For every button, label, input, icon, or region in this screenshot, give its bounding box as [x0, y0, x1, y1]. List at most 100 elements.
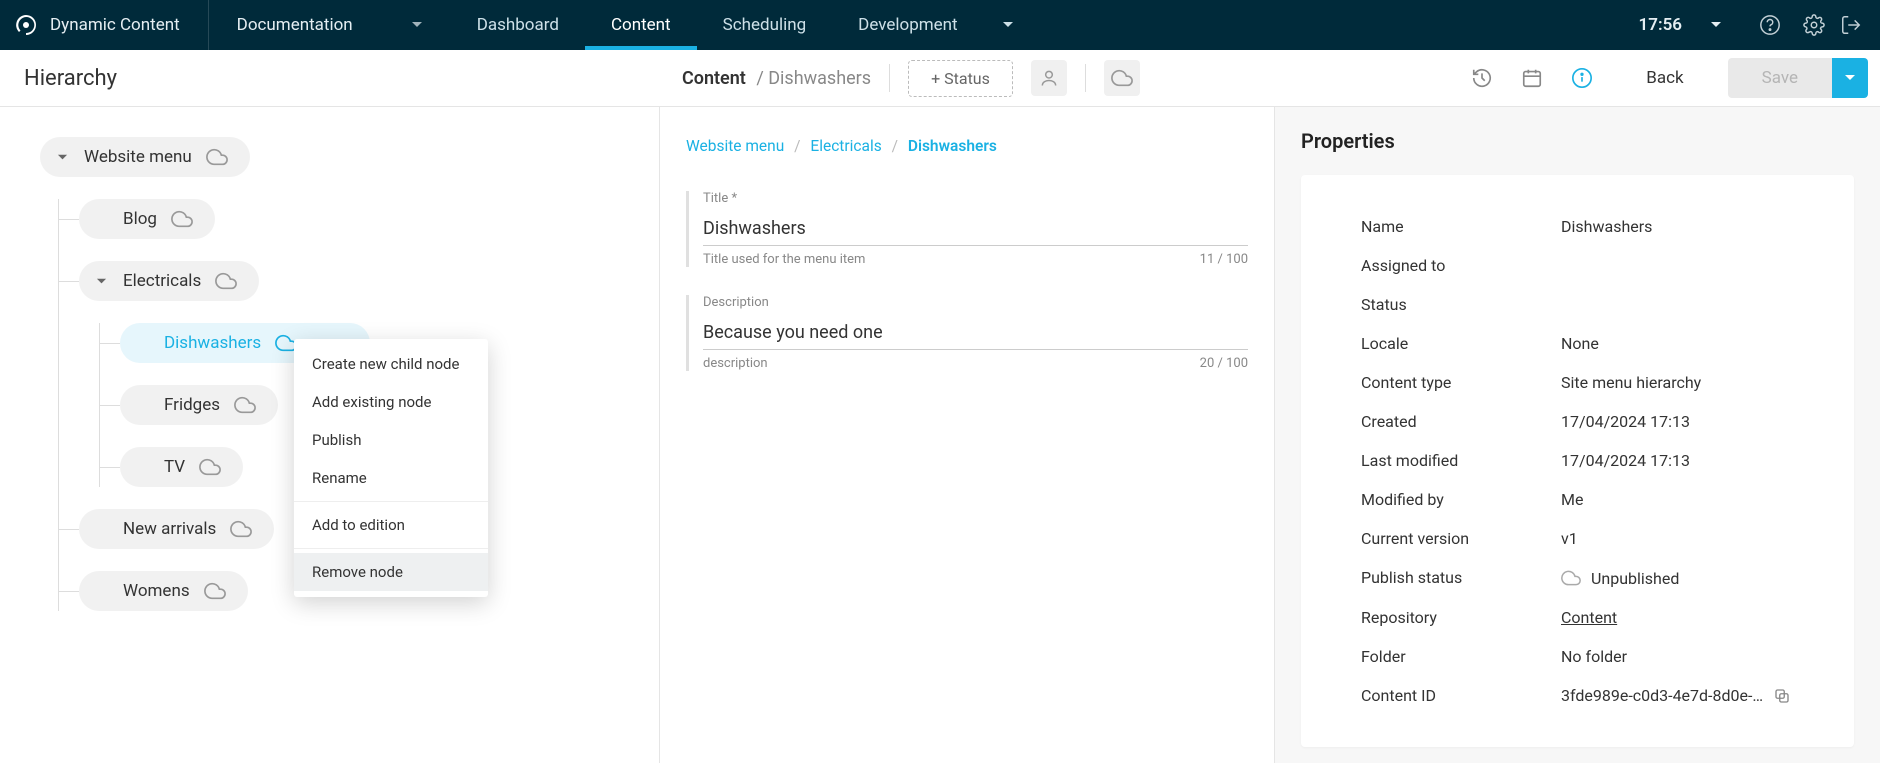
properties-card: NameDishwashers Assigned to Status Local…	[1301, 175, 1854, 747]
breadcrumb-root[interactable]: Website menu	[686, 137, 784, 155]
nav-dashboard[interactable]: Dashboard	[451, 0, 585, 50]
nav-scheduling[interactable]: Scheduling	[697, 0, 833, 50]
history-icon[interactable]	[1462, 67, 1502, 89]
description-label: Description	[703, 295, 1248, 310]
prop-locale: LocaleNone	[1361, 324, 1794, 363]
divider	[1085, 64, 1086, 92]
back-button[interactable]: Back	[1612, 58, 1717, 98]
content-path-crumb: Content / Dishwashers	[682, 68, 871, 89]
tree-node-label: TV	[164, 457, 185, 477]
description-char-count: 20 / 100	[1200, 356, 1248, 371]
toolbar-row: Hierarchy Content / Dishwashers + Status…	[0, 50, 1880, 106]
divider	[889, 64, 890, 92]
tree-node-fridges[interactable]: Fridges	[120, 385, 278, 425]
description-input[interactable]	[703, 316, 1248, 350]
schedule-icon[interactable]	[1512, 67, 1552, 89]
tree-node-label: Dishwashers	[164, 333, 261, 353]
menu-separator	[294, 548, 488, 549]
left-header: Hierarchy	[0, 66, 660, 91]
tree-node-label: New arrivals	[123, 519, 216, 539]
help-icon[interactable]	[1748, 14, 1792, 36]
prop-publish-status: Publish status Unpublished	[1361, 558, 1794, 598]
prop-last-modified: Last modified17/04/2024 17:13	[1361, 441, 1794, 480]
cloud-icon	[234, 394, 256, 416]
menu-add-existing-node[interactable]: Add existing node	[294, 383, 488, 421]
title-label: Title *	[703, 191, 1248, 206]
top-nav: Dashboard Content Scheduling Development	[451, 0, 1032, 50]
properties-header: Properties	[1275, 107, 1880, 175]
cloud-icon	[171, 208, 193, 230]
crumb-sub: / Dishwashers	[756, 68, 871, 89]
menu-remove-node[interactable]: Remove node	[294, 553, 488, 591]
breadcrumb-current: Dishwashers	[908, 137, 997, 155]
description-help-text: description	[703, 356, 768, 371]
publish-status-value: Unpublished	[1591, 569, 1679, 588]
cloud-icon	[1561, 568, 1581, 588]
title-input[interactable]	[703, 212, 1248, 246]
properties-panel: Properties NameDishwashers Assigned to S…	[1275, 107, 1880, 763]
chevron-down-icon	[411, 19, 423, 31]
node-context-menu: Create new child node Add existing node …	[294, 339, 488, 597]
info-icon[interactable]	[1562, 67, 1602, 89]
save-button[interactable]: Save	[1728, 58, 1832, 98]
prop-folder: FolderNo folder	[1361, 637, 1794, 676]
cloud-icon	[215, 270, 237, 292]
prop-content-id: Content ID 3fde989e-c0d3-4e7d-8d0e-…	[1361, 676, 1794, 715]
main: Website menu Blog Electricals	[0, 107, 1880, 763]
topbar: Dynamic Content Documentation Dashboard …	[0, 0, 1880, 50]
documentation-label: Documentation	[237, 15, 353, 35]
title-field-group: Title * Title used for the menu item 11 …	[686, 191, 1248, 267]
tree-node-tv[interactable]: TV	[120, 447, 243, 487]
time-dropdown[interactable]: 17:56	[1639, 15, 1748, 35]
editor-breadcrumb: Website menu / Electricals / Dishwashers	[686, 137, 1248, 155]
menu-separator	[294, 501, 488, 502]
hierarchy-title: Hierarchy	[24, 66, 660, 91]
tree-node-label: Blog	[123, 209, 157, 229]
add-status-button[interactable]: + Status	[908, 60, 1013, 97]
save-dropdown-button[interactable]	[1832, 58, 1868, 98]
publish-status-button[interactable]	[1104, 60, 1140, 96]
nav-more-dropdown[interactable]	[984, 0, 1032, 50]
tree-root-website-menu[interactable]: Website menu	[40, 137, 250, 177]
prop-name: NameDishwashers	[1361, 207, 1794, 246]
title-help-text: Title used for the menu item	[703, 252, 865, 267]
nav-development[interactable]: Development	[832, 0, 983, 50]
tree-node-new-arrivals[interactable]: New arrivals	[79, 509, 274, 549]
content-id-value: 3fde989e-c0d3-4e7d-8d0e-…	[1561, 686, 1763, 705]
copy-icon[interactable]	[1773, 687, 1791, 705]
save-button-group: Save	[1728, 58, 1868, 98]
brand-logo-icon	[14, 13, 38, 37]
menu-rename[interactable]: Rename	[294, 459, 488, 497]
nav-content[interactable]: Content	[585, 0, 697, 50]
repository-link[interactable]: Content	[1561, 608, 1794, 627]
title-char-count: 11 / 100	[1200, 252, 1248, 267]
tree-node-label: Electricals	[123, 271, 201, 291]
tree-node-electricals[interactable]: Electricals	[79, 261, 259, 301]
description-field-group: Description description 20 / 100	[686, 295, 1248, 371]
time-label: 17:56	[1639, 15, 1682, 35]
hierarchy-panel: Website menu Blog Electricals	[0, 107, 660, 763]
tree-node-blog[interactable]: Blog	[79, 199, 215, 239]
cloud-icon	[206, 146, 228, 168]
tree-node-label: Fridges	[164, 395, 220, 415]
menu-publish[interactable]: Publish	[294, 421, 488, 459]
settings-icon[interactable]	[1792, 14, 1836, 36]
logout-icon[interactable]	[1836, 14, 1880, 36]
tree-node-label: Womens	[123, 581, 190, 601]
cloud-icon	[199, 456, 221, 478]
cloud-icon	[230, 518, 252, 540]
chevron-down-icon	[1710, 19, 1722, 31]
brand-text: Dynamic Content	[50, 15, 180, 35]
menu-create-child-node[interactable]: Create new child node	[294, 345, 488, 383]
prop-created: Created17/04/2024 17:13	[1361, 402, 1794, 441]
documentation-dropdown[interactable]: Documentation	[209, 0, 451, 50]
tree-root-label: Website menu	[84, 147, 192, 167]
prop-repository: RepositoryContent	[1361, 598, 1794, 637]
tree-node-womens[interactable]: Womens	[79, 571, 248, 611]
chevron-down-icon	[54, 152, 70, 163]
menu-add-to-edition[interactable]: Add to edition	[294, 506, 488, 544]
assignee-button[interactable]	[1031, 60, 1067, 96]
prop-modified-by: Modified byMe	[1361, 480, 1794, 519]
brand: Dynamic Content	[0, 0, 208, 50]
breadcrumb-mid[interactable]: Electricals	[810, 137, 881, 155]
